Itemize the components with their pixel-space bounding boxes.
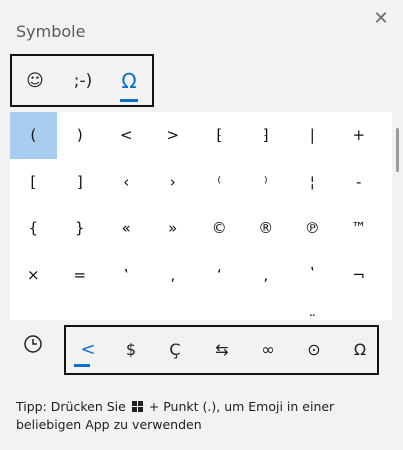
symbol-cell[interactable]: ‛ bbox=[103, 252, 150, 299]
subtab-arrows[interactable]: ⇆ bbox=[202, 327, 242, 371]
symbol-cell[interactable]: | bbox=[289, 112, 336, 159]
symbol-cell[interactable]: › bbox=[150, 159, 197, 206]
symbol-cell[interactable]: ⁽ bbox=[196, 159, 243, 206]
symbol-cell[interactable] bbox=[150, 298, 197, 320]
symbol-cell[interactable] bbox=[243, 298, 290, 320]
symbol-cell[interactable]: « bbox=[103, 205, 150, 252]
kaomoji-label: ;-) bbox=[73, 70, 93, 91]
arrows-icon: ⇆ bbox=[215, 339, 229, 359]
symbol-cell[interactable]: + bbox=[336, 112, 383, 159]
symbol-cell[interactable]: ( bbox=[10, 112, 57, 159]
symbol-cell[interactable] bbox=[103, 298, 150, 320]
symbol-cell[interactable]: ‚ bbox=[150, 252, 197, 299]
symbol-cell[interactable] bbox=[10, 298, 57, 320]
windows-logo-icon bbox=[131, 401, 143, 412]
recent-button[interactable] bbox=[18, 332, 48, 356]
omega-icon: Ω bbox=[121, 68, 137, 93]
tab-kaomoji[interactable]: ;-) bbox=[64, 56, 102, 105]
symbol-grid-area: ()<>⁅⁆|+[]‹›⁽⁾¦-{}«»©®℗™×=‛‚ʻ‚ʽ¬ ¨ bbox=[10, 112, 392, 320]
symbol-cell[interactable]: ¦ bbox=[289, 159, 336, 206]
symbol-cell[interactable]: ] bbox=[57, 159, 104, 206]
smiley-icon: ☺ bbox=[26, 70, 44, 91]
symbol-cell[interactable]: ‚ bbox=[243, 252, 290, 299]
symbol-cell[interactable]: ℗ bbox=[289, 205, 336, 252]
subtab-currency[interactable]: $ bbox=[111, 327, 151, 371]
clock-icon bbox=[24, 335, 42, 353]
active-subtab-indicator bbox=[74, 364, 90, 367]
symbol-cell[interactable]: ¨ bbox=[289, 298, 336, 320]
latin-icon: Ç bbox=[169, 339, 181, 359]
subtab-latin[interactable]: Ç bbox=[155, 327, 195, 371]
symbol-cell[interactable] bbox=[196, 298, 243, 320]
currency-icon: $ bbox=[125, 339, 137, 359]
symbol-cell[interactable] bbox=[57, 298, 104, 320]
symbol-cell[interactable]: ʻ bbox=[196, 252, 243, 299]
subtab-geometric[interactable]: ⊙ bbox=[294, 327, 334, 371]
close-icon[interactable]: ✕ bbox=[368, 6, 394, 30]
symbol-cell[interactable]: © bbox=[196, 205, 243, 252]
symbol-cell[interactable]: > bbox=[150, 112, 197, 159]
subcategory-tabs: < $ Ç ⇆ ∞ ⊙ Ω bbox=[64, 325, 379, 375]
active-tab-indicator bbox=[120, 99, 138, 102]
symbol-cell[interactable]: ) bbox=[57, 112, 104, 159]
subtab-language[interactable]: Ω bbox=[340, 327, 380, 371]
symbol-cell[interactable]: < bbox=[103, 112, 150, 159]
language-icon: Ω bbox=[353, 339, 367, 359]
symbol-cell[interactable]: ‹ bbox=[103, 159, 150, 206]
tab-symbols[interactable]: Ω bbox=[110, 56, 148, 105]
punctuation-icon: < bbox=[80, 338, 96, 360]
symbol-cell[interactable]: ™ bbox=[336, 205, 383, 252]
geometric-icon: ⊙ bbox=[307, 339, 321, 359]
panel-title: Symbole bbox=[16, 22, 86, 41]
symbol-cell[interactable]: = bbox=[57, 252, 104, 299]
symbol-cell[interactable]: ⁆ bbox=[243, 112, 290, 159]
symbol-cell[interactable] bbox=[336, 298, 383, 320]
tip-before: Tipp: Drücken Sie bbox=[16, 399, 126, 414]
category-tabs: ☺ ;-) Ω bbox=[10, 54, 154, 107]
symbol-cell[interactable]: [ bbox=[10, 159, 57, 206]
symbol-cell[interactable]: ® bbox=[243, 205, 290, 252]
tip-text: Tipp: Drücken Sie + Punkt (.), um Emoji … bbox=[16, 398, 376, 434]
emoji-panel: Symbole ✕ ☺ ;-) Ω () < > ⁅ ⁆ | +[] ‹ › ⁽ ⁾ ¦ -{} «» © ®… bbox=[0, 0, 403, 450]
symbol-cell[interactable]: × bbox=[10, 252, 57, 299]
tab-emoji[interactable]: ☺ bbox=[16, 56, 54, 105]
symbol-cell[interactable]: ⁅ bbox=[196, 112, 243, 159]
subtab-math[interactable]: ∞ bbox=[248, 327, 288, 371]
symbol-cell[interactable]: { bbox=[10, 205, 57, 252]
symbol-cell[interactable]: » bbox=[150, 205, 197, 252]
symbol-cell[interactable]: ʽ bbox=[289, 252, 336, 299]
symbol-cell[interactable]: ¬ bbox=[336, 252, 383, 299]
symbol-cell[interactable]: ⁾ bbox=[243, 159, 290, 206]
symbol-cell[interactable]: } bbox=[57, 205, 104, 252]
scrollbar-thumb[interactable] bbox=[396, 128, 399, 172]
symbol-grid: ()<>⁅⁆|+[]‹›⁽⁾¦-{}«»©®℗™×=‛‚ʻ‚ʽ¬ ¨ bbox=[10, 112, 382, 320]
symbol-cell[interactable]: - bbox=[336, 159, 383, 206]
math-icon: ∞ bbox=[261, 339, 275, 359]
